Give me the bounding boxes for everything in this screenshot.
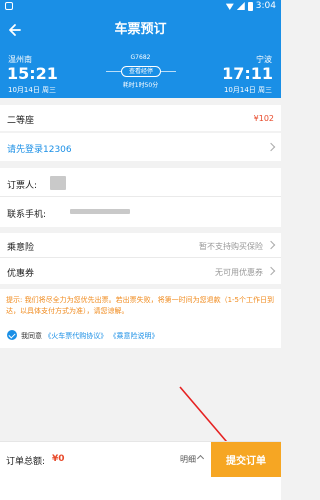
order-footer: 订单总额: ¥0 明细 提交订单 <box>0 441 281 500</box>
chevron-up-icon <box>196 454 205 463</box>
detail-button[interactable]: 明细 <box>180 454 196 465</box>
order-total-label: 订单总额: <box>6 457 46 467</box>
order-total-value: ¥0 <box>52 454 65 464</box>
annotation-arrow-icon <box>179 386 238 455</box>
submit-order-button[interactable]: 提交订单 <box>211 442 281 477</box>
